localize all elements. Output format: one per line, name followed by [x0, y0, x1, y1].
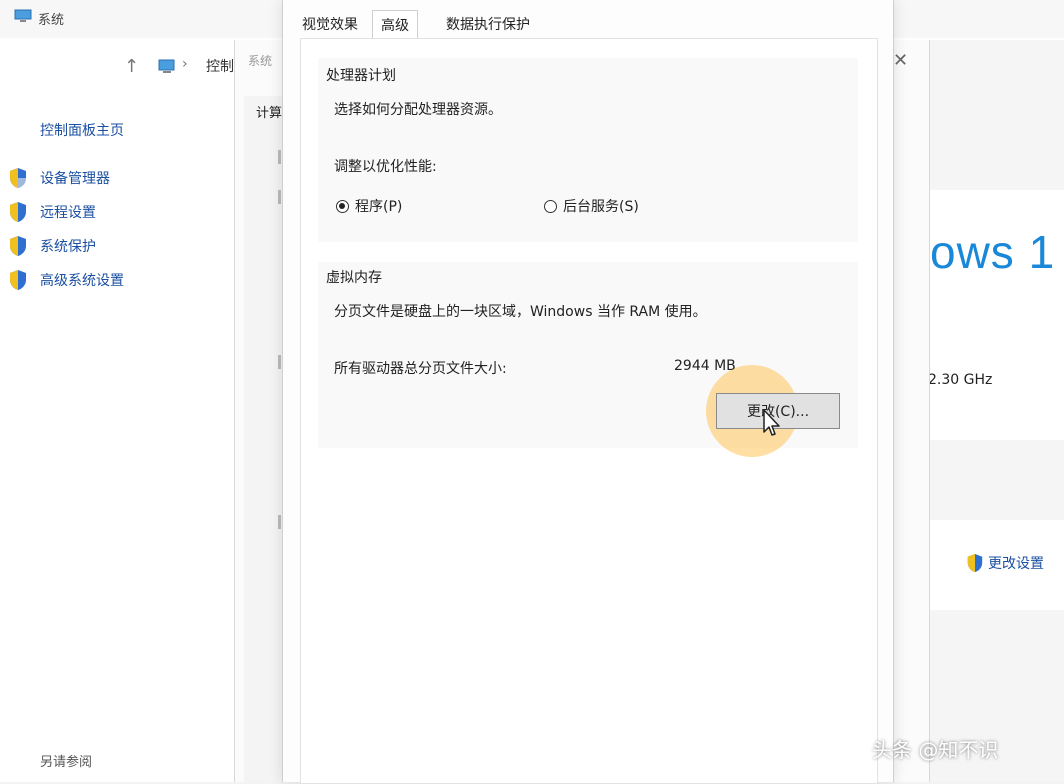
radio-programs[interactable]: 程序(P) — [336, 196, 402, 216]
windows-brand-text: ows 1 — [930, 226, 1056, 278]
side-link-label: 远程设置 — [40, 205, 96, 221]
radio-background-services-label: 后台服务(S) — [563, 199, 639, 215]
system-properties-title: 系统 — [248, 54, 273, 68]
up-arrow-icon[interactable]: ↑ — [124, 56, 139, 77]
side-link-advanced-system-settings[interactable]: 高级系统设置 — [8, 268, 124, 292]
tab-data-execution-prevention[interactable]: 数据执行保护 — [446, 14, 530, 34]
label-fragment — [278, 515, 281, 529]
paging-file-total-label: 所有驱动器总分页文件大小: — [334, 361, 507, 377]
processor-description: 选择如何分配处理器资源。 — [334, 102, 502, 118]
shield-icon — [967, 554, 983, 572]
tab-visual-effects[interactable]: 视觉效果 — [302, 14, 358, 34]
system-window-title: 系统 — [38, 13, 65, 28]
computer-name-tab[interactable]: 计算 — [256, 102, 282, 121]
shield-icon — [10, 202, 26, 222]
label-fragment — [278, 190, 281, 204]
see-also-heading: 另请参阅 — [40, 755, 93, 770]
mouse-cursor-icon — [763, 409, 780, 436]
side-link-system-protection[interactable]: 系统保护 — [8, 234, 96, 258]
processor-scheduling-title: 处理器计划 — [326, 68, 396, 84]
tab-strip: 视觉效果 高级 数据执行保护 — [282, 6, 892, 45]
virtual-memory-description: 分页文件是硬盘上的一块区域，Windows 当作 RAM 使用。 — [334, 304, 707, 320]
shield-icon — [10, 236, 26, 256]
adjust-performance-label: 调整以优化性能: — [334, 159, 437, 175]
side-link-label: 系统保护 — [40, 239, 96, 255]
change-settings-label: 更改设置 — [988, 556, 1044, 572]
side-link-device-manager[interactable]: 设备管理器 — [8, 166, 110, 190]
radio-programs-dot[interactable] — [336, 199, 349, 213]
side-link-label: 高级系统设置 — [40, 273, 124, 289]
radio-programs-label: 程序(P) — [355, 199, 403, 215]
change-settings-link[interactable]: 更改设置 — [966, 553, 1044, 573]
control-panel-home-link[interactable]: 控制面板主页 — [40, 120, 124, 140]
processor-speed: 2.30 GHz — [928, 372, 993, 388]
watermark: 头条 @知不识 — [872, 738, 999, 762]
breadcrumb-control-panel[interactable]: 控制 — [206, 56, 234, 76]
label-fragment — [278, 355, 281, 369]
computer-icon — [14, 9, 32, 22]
radio-background-services-dot[interactable] — [544, 199, 557, 213]
side-link-label: 设备管理器 — [40, 171, 110, 187]
virtual-memory-title: 虚拟内存 — [326, 270, 382, 286]
shield-icon — [10, 270, 26, 290]
shield-icon — [10, 168, 26, 188]
radio-background-services[interactable]: 后台服务(S) — [544, 196, 639, 216]
label-fragment — [278, 150, 281, 164]
close-icon[interactable]: ✕ — [893, 50, 908, 71]
side-link-remote-settings[interactable]: 远程设置 — [8, 200, 96, 224]
control-panel-icon — [158, 59, 175, 73]
chevron-right-icon: › — [182, 56, 188, 72]
